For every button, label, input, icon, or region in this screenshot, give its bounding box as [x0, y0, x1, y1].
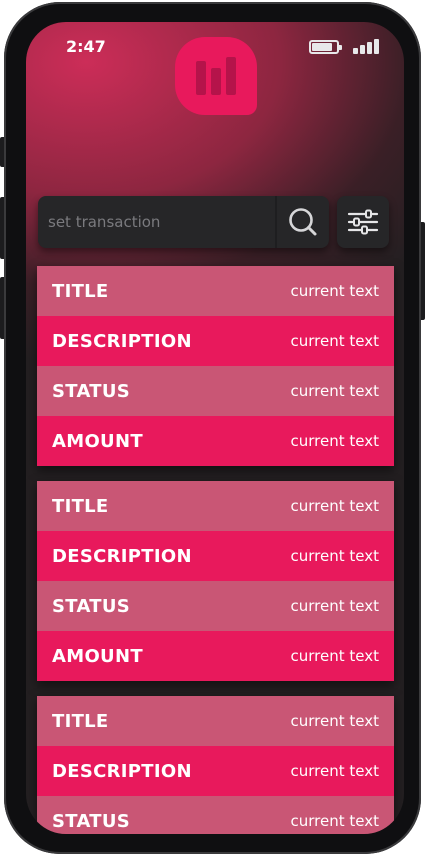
field-value: current text — [290, 762, 379, 780]
transaction-field-title[interactable]: TITLE current text — [37, 696, 394, 746]
battery-icon — [309, 40, 342, 54]
field-value: current text — [290, 812, 379, 830]
sliders-icon — [347, 209, 379, 235]
transaction-card: TITLE current text DESCRIPTION current t… — [37, 481, 394, 681]
transaction-field-description[interactable]: DESCRIPTION current text — [37, 316, 394, 366]
transaction-field-status[interactable]: STATUS current text — [37, 366, 394, 416]
field-value: current text — [290, 332, 379, 350]
transaction-field-amount[interactable]: AMOUNT current text — [37, 416, 394, 466]
field-value: current text — [290, 547, 379, 565]
field-value: current text — [290, 647, 379, 665]
field-value: current text — [290, 497, 379, 515]
transaction-field-status[interactable]: STATUS current text — [37, 796, 394, 834]
app-screen: 2:47 set transaction TITLE current text … — [26, 22, 404, 834]
filter-button[interactable] — [337, 196, 389, 248]
field-label: AMOUNT — [52, 430, 143, 452]
transaction-field-amount[interactable]: AMOUNT current text — [37, 631, 394, 681]
transaction-search-input[interactable] — [38, 196, 275, 248]
field-label: DESCRIPTION — [52, 545, 192, 567]
transaction-field-title[interactable]: TITLE current text — [37, 481, 394, 531]
field-label: TITLE — [52, 280, 109, 302]
signal-icon — [353, 38, 379, 54]
transaction-field-status[interactable]: STATUS current text — [37, 581, 394, 631]
transaction-card: TITLE current text DESCRIPTION current t… — [37, 696, 394, 834]
field-value: current text — [290, 282, 379, 300]
field-value: current text — [290, 382, 379, 400]
field-value: current text — [290, 712, 379, 730]
field-label: STATUS — [52, 380, 131, 402]
field-label: STATUS — [52, 595, 131, 617]
search-button[interactable] — [277, 196, 329, 248]
phone-frame: 2:47 set transaction TITLE current text … — [4, 2, 421, 854]
field-label: AMOUNT — [52, 645, 143, 667]
transaction-field-description[interactable]: DESCRIPTION current text — [37, 746, 394, 796]
transaction-card: TITLE current text DESCRIPTION current t… — [37, 266, 394, 466]
field-label: DESCRIPTION — [52, 760, 192, 782]
search-bar — [38, 196, 329, 248]
bar-chart-logo-icon — [175, 37, 257, 115]
field-label: STATUS — [52, 810, 131, 832]
field-value: current text — [290, 432, 379, 450]
transaction-field-title[interactable]: TITLE current text — [37, 266, 394, 316]
field-label: DESCRIPTION — [52, 330, 192, 352]
search-icon — [289, 208, 317, 236]
field-value: current text — [290, 597, 379, 615]
field-label: TITLE — [52, 495, 109, 517]
transaction-field-description[interactable]: DESCRIPTION current text — [37, 531, 394, 581]
status-time: 2:47 — [66, 37, 106, 56]
field-label: TITLE — [52, 710, 109, 732]
